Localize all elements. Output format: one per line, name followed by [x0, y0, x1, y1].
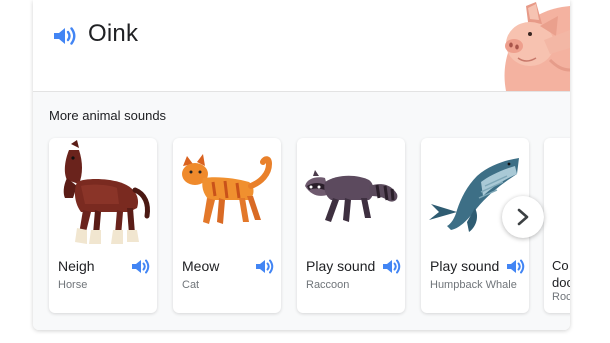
- volume-icon[interactable]: [131, 258, 151, 275]
- card-subtitle: Cat: [182, 279, 200, 291]
- raccoon-illustration: [305, 170, 398, 222]
- card-label: Play sound: [430, 258, 500, 274]
- volume-icon[interactable]: [52, 25, 78, 47]
- sound-card-horse[interactable]: Neigh Horse: [49, 138, 157, 313]
- animal-sounds-panel: Oink More animal sounds Neigh Horse Meow…: [33, 0, 570, 330]
- card-subtitle: Raccoon: [306, 279, 350, 291]
- partial-animal-illustration: [544, 138, 570, 256]
- sound-card-cat[interactable]: Meow Cat: [173, 138, 281, 313]
- volume-icon[interactable]: [255, 258, 275, 275]
- result-header: Oink: [33, 0, 570, 92]
- card-label-line2: doc: [552, 275, 570, 290]
- card-subtitle: Roc: [552, 291, 570, 303]
- card-label: Play sound: [306, 258, 376, 274]
- card-label: Meow: [182, 258, 220, 274]
- horse-illustration: [63, 140, 150, 244]
- card-subtitle: Horse: [58, 279, 88, 291]
- card-label: Neigh: [58, 258, 95, 274]
- volume-icon[interactable]: [506, 258, 526, 275]
- sound-title: Oink: [88, 20, 139, 47]
- cat-illustration: [182, 154, 273, 224]
- card-subtitle: Humpback Whale: [430, 279, 517, 291]
- sound-card-raccoon[interactable]: Play sound Raccoon: [297, 138, 405, 313]
- next-cards-button[interactable]: [502, 196, 544, 238]
- section-title: More animal sounds: [49, 108, 167, 123]
- volume-icon[interactable]: [382, 258, 402, 275]
- pig-illustration: [504, 2, 570, 91]
- card-label: Co: [552, 258, 569, 273]
- whale-illustration: [429, 158, 519, 232]
- sound-card-partial[interactable]: Co doc Roc: [544, 138, 570, 313]
- chevron-right-icon: [517, 208, 529, 226]
- more-sounds-section: More animal sounds Neigh Horse Meow Cat …: [33, 92, 570, 330]
